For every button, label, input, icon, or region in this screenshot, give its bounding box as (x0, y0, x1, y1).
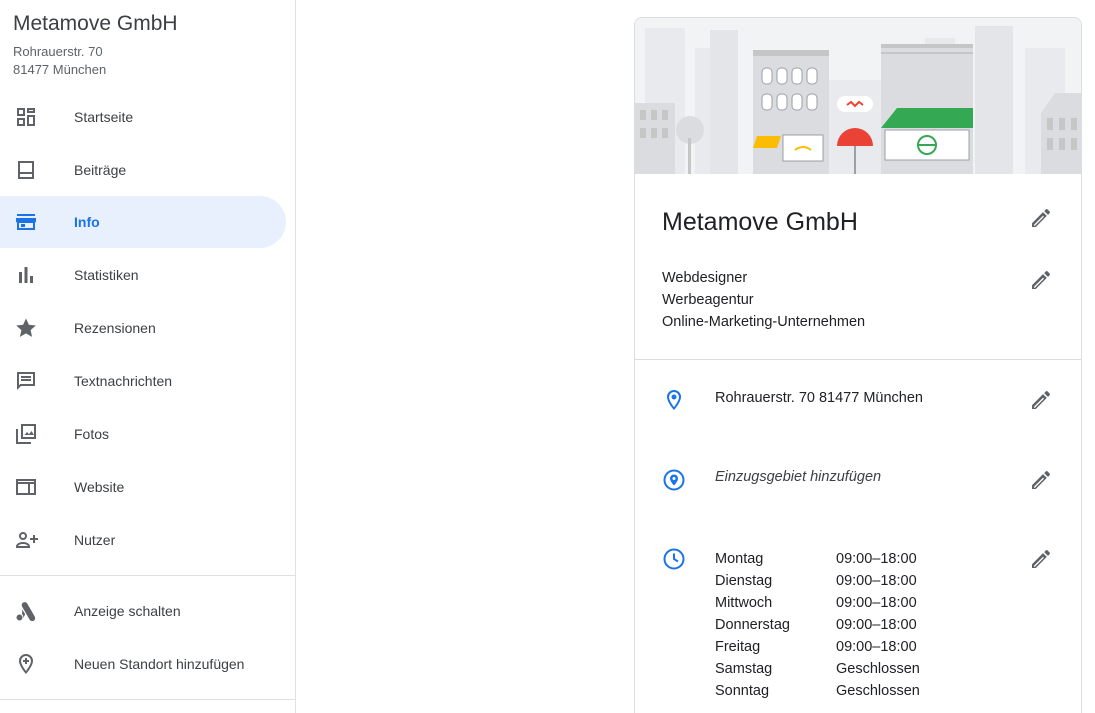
hours-time: Geschlossen (836, 661, 920, 677)
hours-row: Dienstag 09:00–18:00 (715, 570, 920, 592)
sidebar-item-label: Info (74, 214, 100, 230)
hours-time: 09:00–18:00 (836, 551, 917, 567)
category-additional: Werbeagentur (662, 292, 754, 308)
hours-row: Sonntag Geschlossen (715, 680, 920, 702)
address-text: Rohrauerstr. 70 81477 München (715, 390, 923, 406)
clock-icon (662, 547, 686, 571)
business-info-card: Metamove GmbH Webdesigner Werbeagentur O… (634, 17, 1082, 713)
business-name: Metamove GmbH (13, 12, 178, 35)
posts-icon (14, 158, 38, 182)
pencil-icon (1032, 471, 1050, 489)
service-area-link[interactable]: Einzugsgebiet hinzufügen (715, 469, 881, 485)
edit-categories-button[interactable] (1029, 268, 1053, 292)
storefront-icon (14, 210, 38, 234)
storefront-illustration (635, 18, 1081, 174)
sidebar-item-nutzer[interactable]: Nutzer (0, 514, 286, 566)
business-address-line1: Rohrauerstr. 70 (13, 44, 103, 59)
sidebar-divider-bottom (0, 699, 296, 700)
photos-icon (14, 422, 38, 446)
sidebar-item-label: Textnachrichten (74, 373, 173, 389)
app-root: Metamove GmbH Rohrauerstr. 70 81477 Münc… (0, 0, 1095, 713)
hours-row: Freitag 09:00–18:00 (715, 636, 920, 658)
sidebar-item-label: Website (74, 479, 125, 495)
google-ads-icon (14, 599, 38, 623)
hours-day: Donnerstag (715, 617, 790, 633)
pencil-icon (1032, 209, 1050, 227)
sidebar-item-beitraege[interactable]: Beiträge (0, 144, 286, 196)
sidebar-item-rezensionen[interactable]: Rezensionen (0, 302, 286, 354)
category-additional: Online-Marketing-Unternehmen (662, 314, 866, 330)
location-pin-icon (662, 388, 686, 412)
edit-name-button[interactable] (1029, 206, 1053, 230)
sidebar-item-label: Fotos (74, 426, 110, 442)
sidebar-item-label: Startseite (74, 109, 134, 125)
pencil-icon (1032, 550, 1050, 568)
sidebar-item-label: Anzeige schalten (74, 603, 181, 619)
card-business-name: Metamove GmbH (662, 208, 858, 236)
sidebar-item-label: Beiträge (74, 162, 127, 178)
hours-day: Mittwoch (715, 595, 773, 611)
hours-day: Samstag (715, 661, 773, 677)
website-icon (14, 475, 38, 499)
sidebar-item-label: Rezensionen (74, 320, 156, 336)
dashboard-icon (14, 105, 38, 129)
business-address-line2: 81477 München (13, 62, 107, 77)
sidebar-item-info[interactable]: Info (0, 196, 286, 248)
message-icon (14, 369, 38, 393)
sidebar-item-textnachrichten[interactable]: Textnachrichten (0, 355, 286, 407)
sidebar-item-website[interactable]: Website (0, 461, 286, 513)
service-area-icon (662, 468, 686, 492)
hours-row: Samstag Geschlossen (715, 658, 920, 680)
opening-hours: Montag 09:00–18:00 Dienstag 09:00–18:00 … (715, 548, 920, 702)
bar-chart-icon (14, 263, 38, 287)
hours-row: Donnerstag 09:00–18:00 (715, 614, 920, 636)
pencil-icon (1032, 271, 1050, 289)
sidebar-item-fotos[interactable]: Fotos (0, 408, 286, 460)
add-location-icon (14, 652, 38, 676)
sidebar: Metamove GmbH Rohrauerstr. 70 81477 Münc… (0, 0, 296, 713)
sidebar-item-anzeige-schalten[interactable]: Anzeige schalten (0, 585, 286, 637)
card-divider (635, 359, 1081, 360)
sidebar-item-label: Statistiken (74, 267, 139, 283)
add-person-icon (14, 528, 38, 552)
star-icon (14, 316, 38, 340)
hours-time: 09:00–18:00 (836, 595, 917, 611)
hours-time: 09:00–18:00 (836, 573, 917, 589)
hours-time: 09:00–18:00 (836, 639, 917, 655)
hours-row: Mittwoch 09:00–18:00 (715, 592, 920, 614)
pencil-icon (1032, 391, 1050, 409)
hours-day: Freitag (715, 639, 761, 655)
category-primary: Webdesigner (662, 270, 748, 286)
hours-row: Montag 09:00–18:00 (715, 548, 920, 570)
hours-time: 09:00–18:00 (836, 617, 917, 633)
edit-service-area-button[interactable] (1029, 468, 1053, 492)
edit-hours-button[interactable] (1029, 547, 1053, 571)
hours-day: Dienstag (715, 573, 773, 589)
sidebar-item-label: Nutzer (74, 532, 116, 548)
edit-address-button[interactable] (1029, 388, 1053, 412)
sidebar-item-startseite[interactable]: Startseite (0, 91, 286, 143)
sidebar-divider (0, 575, 296, 576)
hours-day: Sonntag (715, 683, 770, 699)
sidebar-item-neuen-standort[interactable]: Neuen Standort hinzufügen (0, 638, 286, 690)
hours-day: Montag (715, 551, 764, 567)
sidebar-item-label: Neuen Standort hinzufügen (74, 656, 245, 672)
sidebar-item-statistiken[interactable]: Statistiken (0, 249, 286, 301)
hours-time: Geschlossen (836, 683, 920, 699)
